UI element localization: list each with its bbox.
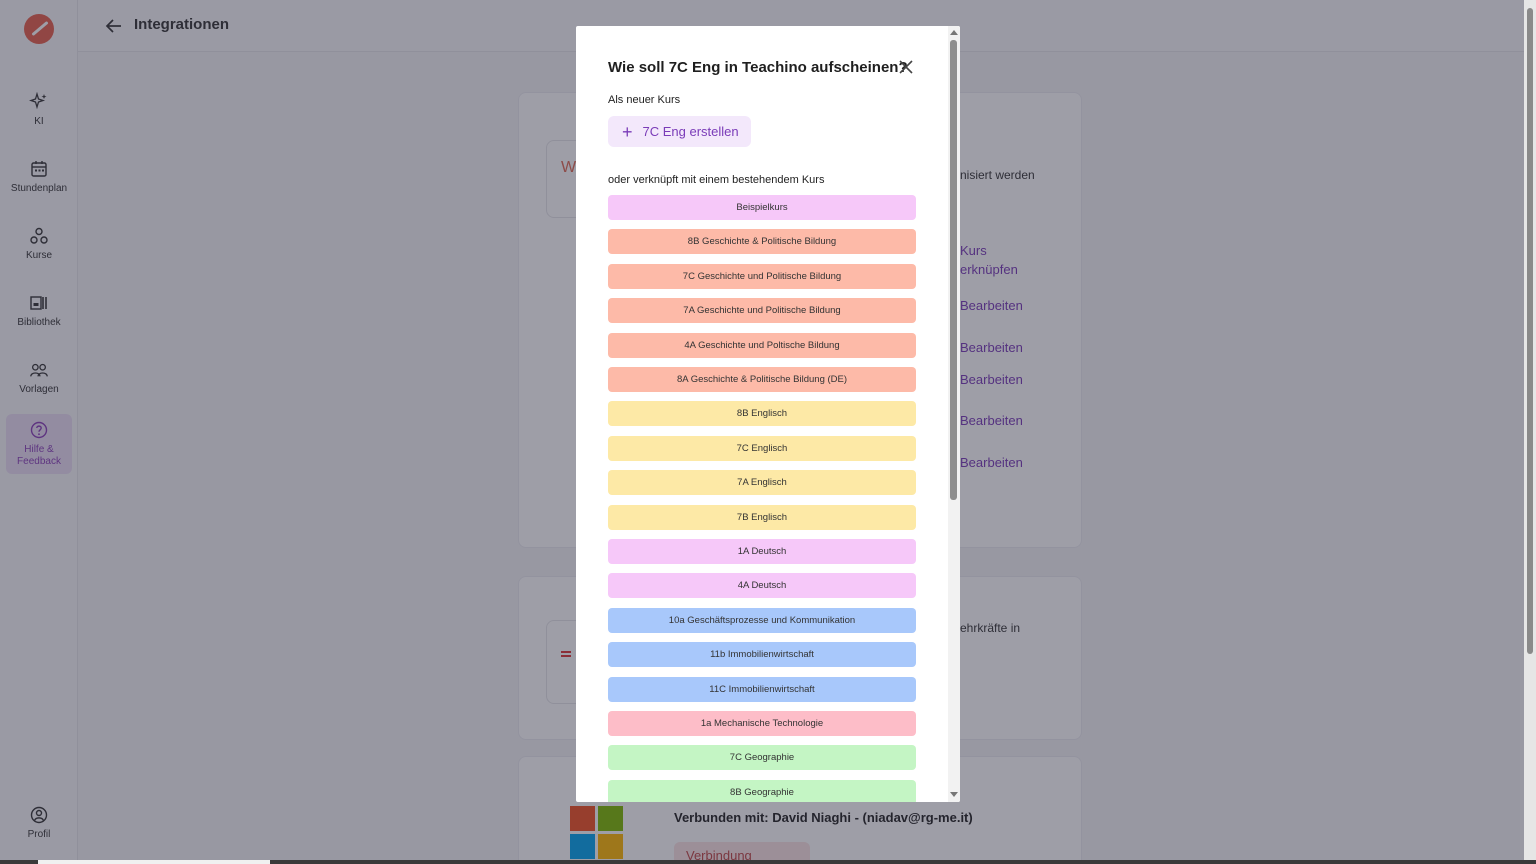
scroll-down-icon[interactable] [950,792,958,797]
create-course-button[interactable]: + 7C Eng erstellen [608,116,751,147]
close-icon[interactable] [898,59,914,75]
course-option[interactable]: 8B Geschichte & Politische Bildung [608,229,916,255]
course-option[interactable]: 7C Englisch [608,435,916,461]
plus-icon: + [622,121,633,142]
course-option[interactable]: Beispielkurs [608,195,916,220]
course-option[interactable]: 1A Deutsch [608,539,916,564]
page-scrollbar[interactable] [1524,0,1536,864]
course-option[interactable]: 8B Geographie [608,779,916,802]
scroll-up-icon[interactable] [950,30,958,35]
course-link-dialog: Wie soll 7C Eng in Teachino aufscheinen?… [576,26,960,802]
bottom-progress-strip [0,860,1536,864]
course-option[interactable]: 7A Englisch [608,470,916,496]
dialog-scrollbar[interactable] [948,26,960,802]
dialog-title: Wie soll 7C Eng in Teachino aufscheinen? [608,59,908,76]
course-option[interactable]: 7C Geschichte und Politische Bildung [608,263,916,289]
course-option[interactable]: 11b Immobilienwirtschaft [608,642,916,668]
course-option[interactable]: 10a Geschäftsprozesse und Kommunikation [608,607,916,633]
course-option[interactable]: 4A Deutsch [608,573,916,599]
course-option[interactable]: 1a Mechanische Technologie [608,711,916,736]
course-option[interactable]: 8A Geschichte & Politische Bildung (DE) [608,367,916,392]
course-option[interactable]: 8B Englisch [608,401,916,427]
course-option[interactable]: 11C Immobilienwirtschaft [608,676,916,702]
course-option[interactable]: 7A Geschichte und Politische Bildung [608,298,916,324]
course-option[interactable]: 7C Geographie [608,745,916,771]
link-existing-label: oder verknüpft mit einem bestehendem Kur… [608,174,825,186]
course-option[interactable]: 7B Englisch [608,504,916,530]
course-option[interactable]: 4A Geschichte und Poltische Bildung [608,332,916,358]
create-course-label: 7C Eng erstellen [642,124,739,139]
scroll-thumb[interactable] [950,40,957,500]
new-course-label: Als neuer Kurs [608,94,681,106]
